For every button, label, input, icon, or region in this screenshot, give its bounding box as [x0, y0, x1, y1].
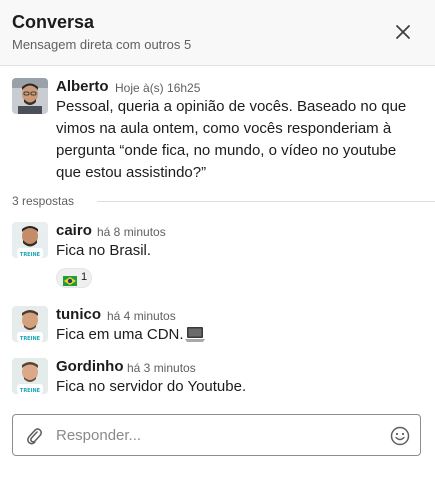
emoji-icon[interactable] [390, 426, 410, 446]
reply-message: TREINE tunico há 4 minutos Fica em uma C… [0, 306, 435, 350]
close-icon[interactable] [392, 21, 414, 43]
laptop-icon [184, 326, 206, 344]
message-timestamp[interactable]: há 8 minutos [97, 225, 166, 239]
author-name[interactable]: Alberto [56, 78, 109, 95]
reaction-pill[interactable]: 1 [56, 268, 92, 288]
paperclip-icon[interactable] [25, 426, 43, 446]
thread-subtitle: Mensagem direta com outros 5 [12, 37, 192, 52]
avatar[interactable]: TREINE [12, 306, 48, 342]
reply-input[interactable] [56, 423, 376, 447]
message-text: Fica em uma CDN. [56, 326, 184, 343]
svg-text:TREINE: TREINE [20, 388, 41, 394]
author-name[interactable]: cairo [56, 222, 92, 239]
avatar[interactable] [12, 78, 48, 114]
message-text: Fica no Brasil. [56, 242, 152, 259]
brazil-flag-icon [63, 273, 77, 286]
reply-composer [12, 414, 421, 456]
svg-text:TREINE: TREINE [20, 336, 41, 342]
parent-message: Alberto Hoje à(s) 16h25 Pessoal, queria … [0, 76, 435, 188]
author-name[interactable]: Gordinho [56, 358, 124, 375]
message-timestamp[interactable]: Hoje à(s) 16h25 [115, 81, 200, 95]
svg-text:TREINE: TREINE [20, 252, 41, 258]
thread-header: Conversa Mensagem direta com outros 5 [0, 0, 435, 66]
replies-count: 3 respostas [12, 194, 75, 208]
message-timestamp[interactable]: há 3 minutos [127, 361, 196, 375]
replies-divider: 3 respostas [12, 194, 435, 210]
page-title: Conversa [12, 12, 95, 32]
avatar[interactable]: TREINE [12, 358, 48, 394]
reaction-count: 1 [81, 271, 88, 283]
message-text: Pessoal, queria a opinião de vocês. Base… [56, 98, 407, 181]
avatar[interactable]: TREINE [12, 222, 48, 258]
divider [97, 201, 435, 202]
message-timestamp[interactable]: há 4 minutos [107, 309, 176, 323]
reply-message: TREINE Gordinho há 3 minutos Fica no ser… [0, 358, 435, 402]
author-name[interactable]: tunico [56, 306, 101, 323]
message-text: Fica no servidor do Youtube. [56, 378, 247, 395]
